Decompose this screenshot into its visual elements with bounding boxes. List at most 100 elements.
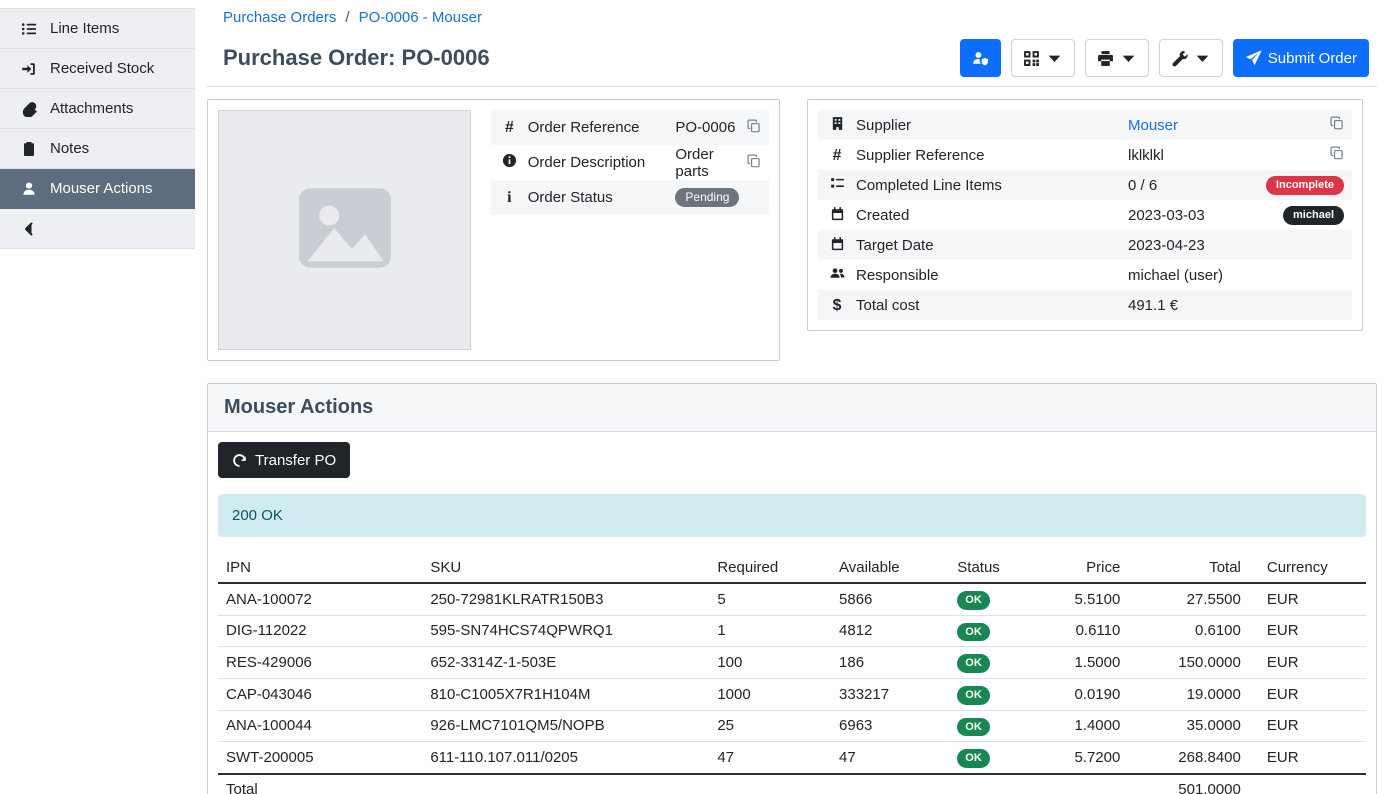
detail-row: iOrder StatusPending [491, 180, 769, 215]
order-actions-button[interactable] [1159, 39, 1223, 77]
list-icon [21, 21, 37, 37]
copy-button[interactable] [1330, 116, 1344, 130]
cell-available: 186 [831, 647, 949, 679]
hash-icon: # [502, 120, 517, 135]
list-check-icon [830, 176, 845, 191]
table-row: DIG-112022595-SN74HCS74QPWRQ114812OK0.61… [218, 615, 1366, 647]
column-header-ipn[interactable]: IPN [218, 553, 422, 583]
issue-order-button[interactable] [960, 39, 1001, 77]
sidebar-item-label: Line Items [50, 20, 119, 37]
cell-price: 0.6110 [1049, 615, 1128, 647]
cell-total: 27.5500 [1128, 583, 1249, 615]
cell-required: 5 [709, 583, 831, 615]
cell-currency: EUR [1249, 678, 1366, 710]
breadcrumb-separator: / [345, 9, 349, 26]
print-actions-button[interactable] [1085, 39, 1149, 77]
detail-value-link[interactable]: Mouser [1128, 117, 1178, 134]
user-icon [21, 181, 37, 197]
incomplete-badge: Incomplete [1266, 176, 1344, 195]
order-details-panel: #Order ReferencePO-0006Order Description… [207, 99, 780, 361]
order-image-placeholder[interactable] [218, 110, 471, 350]
column-header-required[interactable]: Required [709, 553, 831, 583]
detail-label: Order Description [528, 145, 676, 180]
copy-button[interactable] [747, 154, 761, 168]
column-header-status[interactable]: Status [949, 553, 1049, 583]
sidebar-item-label: Received Stock [50, 60, 154, 77]
cell-currency: EUR [1249, 615, 1366, 647]
cell-available: 6963 [831, 710, 949, 742]
column-header-total[interactable]: Total [1128, 553, 1249, 583]
detail-value: 491.1 € [1128, 297, 1178, 314]
cell-sku: 611-110.107.011/0205 [422, 742, 709, 774]
detail-label: Order Status [528, 180, 676, 215]
transfer-po-button[interactable]: Transfer PO [218, 442, 350, 478]
copy-button[interactable] [1330, 146, 1344, 160]
cell-ipn: SWT-200005 [218, 742, 422, 774]
sidebar-item-received-stock[interactable]: Received Stock [0, 49, 195, 89]
column-header-available[interactable]: Available [831, 553, 949, 583]
sidebar-item-label: Mouser Actions [50, 180, 153, 197]
cell-ipn: DIG-112022 [218, 615, 422, 647]
chevron-left-icon [21, 221, 37, 237]
status-ok-badge: OK [957, 749, 990, 768]
copy-button[interactable] [747, 119, 761, 133]
sidebar-item-attachments[interactable]: Attachments [0, 89, 195, 129]
breadcrumb-link[interactable]: Purchase Orders [223, 9, 336, 26]
main-content: Purchase Orders / PO-0006 - Mouser Purchas… [195, 0, 1383, 794]
sidebar-item-notes[interactable]: Notes [0, 129, 195, 169]
tools-icon [1171, 50, 1188, 67]
toolbar: Submit Order [960, 39, 1369, 77]
barcode-actions-button[interactable] [1011, 39, 1075, 77]
sidebar-item-label: Notes [50, 140, 89, 157]
panel-title: Mouser Actions [208, 384, 1376, 432]
detail-label: Total cost [856, 290, 1128, 320]
sidebar-list: Line Items Received Stock Attachments Notes… [0, 8, 195, 249]
sidebar-collapse-button[interactable] [0, 209, 195, 249]
paperclip-icon [21, 101, 37, 117]
supplier-details-table: SupplierMouser#Supplier Referencelklklkl… [818, 110, 1352, 320]
paper-plane-icon [1245, 50, 1262, 67]
sidebar-item-mouser-actions[interactable]: Mouser Actions [0, 169, 195, 209]
footer-label: Total [218, 774, 422, 794]
detail-value: michael (user) [1128, 267, 1223, 284]
cell-sku: 926-LMC7101QM5/NOPB [422, 710, 709, 742]
status-ok-badge: OK [957, 591, 990, 610]
sidebar-item-label: Attachments [50, 100, 133, 117]
breadcrumb-link[interactable]: PO-0006 - Mouser [359, 9, 482, 26]
sign-in-icon [21, 61, 37, 77]
detail-label: Supplier [856, 110, 1128, 140]
image-icon [295, 182, 395, 278]
sidebar-item-line-items[interactable]: Line Items [0, 9, 195, 49]
cell-available: 5866 [831, 583, 949, 615]
cell-total: 150.0000 [1128, 647, 1249, 679]
detail-label: Target Date [856, 230, 1128, 260]
transfer-po-label: Transfer PO [255, 452, 336, 469]
created-by-badge: michael [1283, 206, 1344, 225]
status-ok-badge: OK [957, 718, 990, 737]
detail-label: Supplier Reference [856, 140, 1128, 170]
column-header-currency[interactable]: Currency [1249, 553, 1366, 583]
breadcrumb: Purchase Orders / PO-0006 - Mouser [207, 0, 1377, 34]
users-icon [830, 266, 845, 281]
table-row: SWT-200005611-110.107.011/02054747OK5.72… [218, 742, 1366, 774]
detail-row: SupplierMouser [818, 110, 1352, 140]
printer-icon [1097, 50, 1114, 67]
building-icon [830, 116, 845, 131]
submit-order-button[interactable]: Submit Order [1233, 39, 1369, 77]
column-header-price[interactable]: Price [1049, 553, 1128, 583]
cell-price: 1.4000 [1049, 710, 1128, 742]
page-title: Purchase Order: PO-0006 [223, 45, 490, 71]
detail-value: lklklkl [1128, 147, 1164, 164]
detail-label: Order Reference [528, 110, 676, 145]
table-footer-row: Total501.0000 [218, 774, 1366, 794]
sidebar: Line Items Received Stock Attachments Notes… [0, 0, 195, 794]
user-shield-icon [972, 50, 989, 67]
cell-total: 0.6100 [1128, 615, 1249, 647]
status-ok-badge: OK [957, 623, 990, 642]
column-header-sku[interactable]: SKU [422, 553, 709, 583]
cell-required: 1000 [709, 678, 831, 710]
cell-ipn: RES-429006 [218, 647, 422, 679]
cell-required: 25 [709, 710, 831, 742]
detail-row: Order DescriptionOrder parts [491, 145, 769, 180]
cell-price: 5.5100 [1049, 583, 1128, 615]
